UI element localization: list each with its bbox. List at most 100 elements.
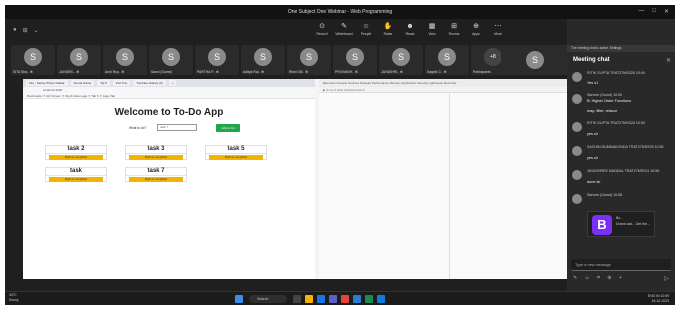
taskbar-search[interactable]: Search [249, 295, 287, 303]
task-card: task Mark as completed [45, 167, 107, 182]
participant-tile[interactable]: S PRIYANSH.. ✻ [333, 45, 377, 75]
participant-tile[interactable]: S JAYASHRI.. ✻ [379, 45, 423, 75]
message-text: Yes s1 [587, 81, 599, 85]
start-icon[interactable] [235, 295, 243, 303]
message-text: yes sir [587, 156, 598, 160]
more-button[interactable]: ⋯ More [489, 21, 507, 36]
send-icon[interactable]: ▷ [664, 275, 669, 282]
todo-input-label: What to do? [129, 126, 147, 130]
apps-button[interactable]: ⊕ Apps [467, 21, 485, 36]
clock-time: 10:59 [660, 294, 670, 298]
avatar: S [392, 48, 410, 66]
whiteboard-button[interactable]: ✎ Whiteboard [335, 21, 353, 36]
message-sender: SACHIN DUMMAKONDA TRAT27MSS09 10:55 [587, 145, 664, 149]
participant-tile[interactable]: S Anni Roy.. ✻ [103, 45, 147, 75]
message-text: yes sir [587, 132, 598, 136]
task-title: task 3 [126, 146, 186, 154]
file-explorer-icon[interactable] [305, 295, 313, 303]
avatar: S [70, 48, 88, 66]
browser-tab[interactable]: Sound Game [70, 80, 95, 86]
close-icon[interactable]: ✕ [666, 57, 671, 64]
participant-name: Sagnik C.. ✻ [427, 70, 447, 74]
chevron-down-icon[interactable]: ⌄ [34, 27, 39, 34]
window-controls: — □ ✕ [638, 8, 669, 15]
browser-tab[interactable]: Tip 5 [97, 80, 110, 86]
layout-icon[interactable]: ⊞ [23, 27, 28, 34]
windows-taskbar: 34°C Sunny Search ENG IN 10:59 16-10-2023 [5, 291, 675, 305]
participant-tile[interactable]: S Rishi Gill.. ✻ [287, 45, 331, 75]
task-card: task 2 Mark as completed [45, 145, 107, 160]
vscode-icon[interactable] [377, 295, 385, 303]
react-button[interactable]: ☻ React [401, 21, 419, 36]
participant-strip: S SITA Sha.. ✻ S JAYASRI... ✻ S Anni Roy.. … [5, 43, 565, 77]
avatar [572, 170, 582, 180]
avatar: S [162, 48, 180, 66]
task-view-icon[interactable] [293, 295, 301, 303]
minimize-button[interactable]: — [638, 8, 644, 15]
toolbar-left-icons: ● ⊞ ⌄ [13, 27, 39, 34]
participant-tile[interactable]: S PARTHA P.. ✻ [195, 45, 239, 75]
mark-completed-button[interactable]: Mark as completed [49, 177, 103, 182]
teams-icon[interactable] [329, 295, 337, 303]
maximize-button[interactable]: □ [652, 8, 656, 15]
people-button[interactable]: ☺ People [357, 21, 375, 36]
participant-tile[interactable]: S JAYASRI... ✻ [57, 45, 101, 75]
edge-icon[interactable] [317, 295, 325, 303]
devtools-tab-bar[interactable]: Elements Console Sources Network Perform… [319, 79, 567, 87]
compose-toolbar[interactable]: ✎ ☺ ⌗ ⊕ + [573, 275, 625, 281]
new-tab-button[interactable]: + [168, 80, 177, 86]
link-preview-title: Bo... [616, 216, 623, 220]
mark-completed-button[interactable]: Mark as completed [129, 177, 183, 182]
message-text: B: Higher Order Functions [587, 99, 632, 103]
browser-tab-strip: Fire - Sense Phono Ndelar Sound Game Tip… [23, 79, 315, 87]
window-title: One Subject One Webinar - Web Programmin… [287, 9, 393, 15]
chrome-icon[interactable] [341, 295, 349, 303]
devtools-divider [449, 93, 450, 279]
avatar: S [254, 48, 272, 66]
mark-completed-button[interactable]: Mark as completed [209, 155, 263, 160]
todo-input[interactable]: task 7 [157, 124, 197, 131]
clock-date: 16-10-2023 [651, 299, 669, 303]
avatar: +8 [484, 48, 502, 66]
task-title: task 5 [206, 146, 266, 154]
people-icon: ☺ [362, 23, 370, 30]
word-icon[interactable] [353, 295, 361, 303]
avatar [572, 194, 582, 204]
browser-tab[interactable]: Port Fun [112, 80, 131, 86]
participant-name: Aditya Rai.. ✻ [243, 70, 265, 74]
excel-icon[interactable] [365, 295, 373, 303]
message-sender: Sanvee (Guest) 10:50 [587, 93, 623, 97]
participant-name: Rishi Gill.. ✻ [289, 70, 309, 74]
record-button[interactable]: ⊙ Record [313, 21, 331, 36]
raise-hand-button[interactable]: ✋ Raise [379, 21, 397, 36]
avatar: S [24, 48, 42, 66]
task-title: task 7 [126, 168, 186, 176]
browser-window: Fire - Sense Phono Ndelar Sound Game Tip… [23, 79, 315, 279]
add-to-list-button[interactable]: Add to list [216, 124, 240, 132]
participant-tile[interactable]: S Sanvi (Guest) [149, 45, 193, 75]
rooms-button[interactable]: ⊞ Rooms [445, 21, 463, 36]
browser-tab[interactable]: Tumblee Gianza (5) [133, 80, 166, 86]
console-filter-bar[interactable]: ▶ ⊘ top ▾ Filter Default levels ▾ [319, 87, 567, 93]
avatar [572, 122, 582, 132]
participant-tile[interactable]: S Sagnik C.. ✻ [425, 45, 469, 75]
view-button[interactable]: ▦ View [423, 21, 441, 36]
participant-tile[interactable]: S SITA Sha.. ✻ [11, 45, 55, 75]
weather-widget[interactable]: 34°C Sunny [9, 293, 19, 303]
system-tray[interactable]: ENG IN 10:59 16-10-2023 [648, 294, 669, 304]
self-video-tile[interactable]: S [501, 45, 569, 75]
mark-completed-button[interactable]: Mark as completed [49, 155, 103, 160]
message-sender: RITIK GUPTA TRAT27MSS28 10:49 [587, 71, 645, 75]
link-preview-card[interactable]: B Bo... Downl oad... Get the... [587, 211, 655, 237]
browser-tab[interactable]: Fire - Sense Phono Ndelar [26, 80, 68, 86]
avatar [572, 94, 582, 104]
title-bar: One Subject One Webinar - Web Programmin… [5, 5, 675, 19]
participant-tile[interactable]: S Aditya Rai.. ✻ [241, 45, 285, 75]
participant-name: JAYASHRI.. ✻ [381, 70, 403, 74]
close-window-button[interactable]: ✕ [664, 8, 669, 15]
rooms-icon: ⊞ [451, 23, 457, 30]
self-avatar: S [526, 51, 544, 69]
participant-name: Sanvi (Guest) [151, 70, 172, 74]
chat-compose-box[interactable]: Type a new message [571, 259, 671, 271]
mark-completed-button[interactable]: Mark as completed [129, 155, 183, 160]
